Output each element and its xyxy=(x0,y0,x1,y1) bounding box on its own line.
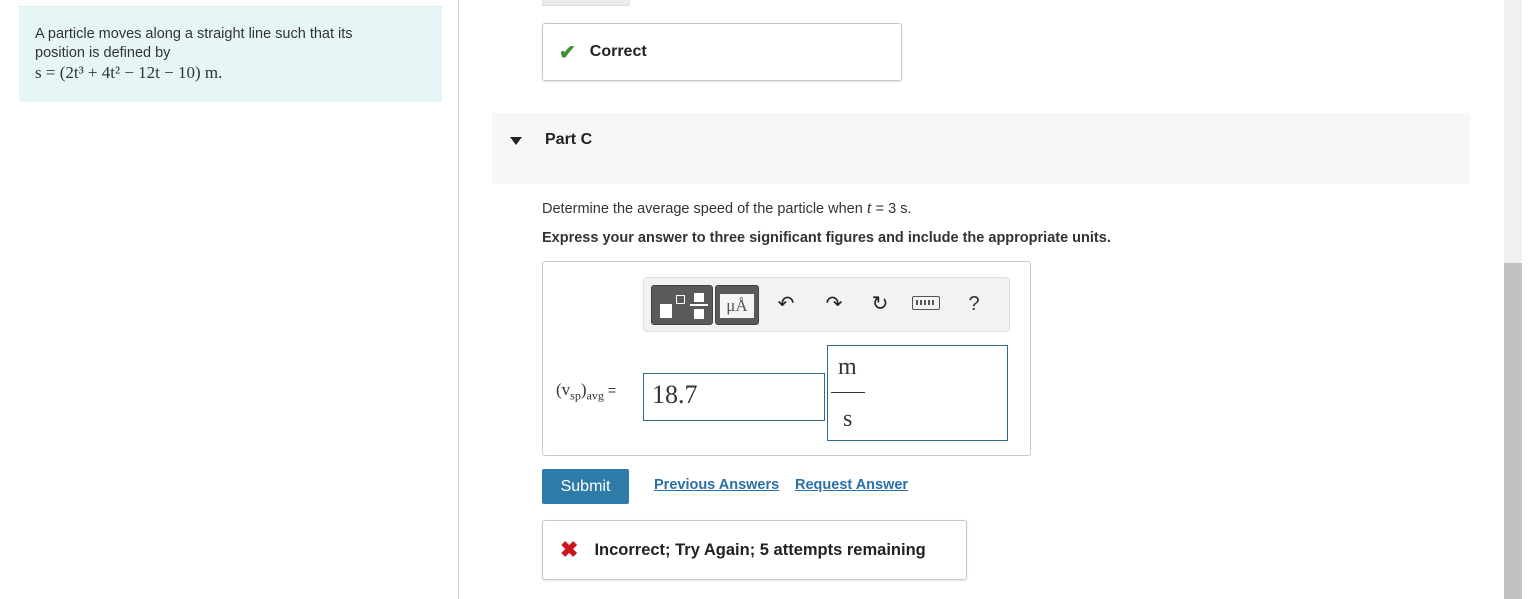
request-answer-link[interactable]: Request Answer xyxy=(795,477,908,493)
collapse-caret-icon[interactable] xyxy=(510,137,522,145)
undo-icon[interactable]: ↶ xyxy=(774,292,798,316)
redo-icon[interactable]: ↷ xyxy=(822,292,846,316)
part-c-header[interactable]: Part C xyxy=(492,113,1470,184)
unit-numerator: m xyxy=(838,354,857,380)
part-c-label: Part C xyxy=(545,131,593,148)
question-prefix: Determine the average speed of the parti… xyxy=(542,201,863,217)
check-icon: ✔ xyxy=(559,41,576,64)
math-toolbar: μÅ ↶ ↷ ↻ ? xyxy=(643,277,1010,332)
sidebar-divider xyxy=(458,0,459,599)
problem-text-line2: position is defined by xyxy=(35,45,171,61)
problem-text-line1: A particle moves along a straight line s… xyxy=(35,26,353,42)
units-button-label: μÅ xyxy=(720,294,754,318)
answer-instruction: Express your answer to three significant… xyxy=(542,230,1111,246)
question-text: Determine the average speed of the parti… xyxy=(542,198,911,218)
incorrect-message: Incorrect; Try Again; 5 attempts remaini… xyxy=(594,540,926,559)
question-variable: t xyxy=(866,198,872,217)
fraction-line xyxy=(831,392,865,393)
previous-answers-link[interactable]: Previous Answers xyxy=(654,477,779,493)
correct-status-text: Correct xyxy=(589,43,647,60)
incorrect-x-icon: ✖ xyxy=(560,537,579,562)
incorrect-feedback: ✖ Incorrect; Try Again; 5 attempts remai… xyxy=(542,520,967,580)
keyboard-icon[interactable] xyxy=(912,296,940,310)
previous-part-stub xyxy=(542,0,630,6)
value-input[interactable]: 18.7 xyxy=(643,373,825,421)
problem-equation: s = (2t³ + 4t² − 12t − 10) m. xyxy=(35,63,223,82)
variable-label: (vsp)avg = xyxy=(556,380,617,403)
reset-icon[interactable]: ↻ xyxy=(868,292,892,316)
scrollbar-thumb[interactable] xyxy=(1504,263,1522,599)
units-input[interactable]: m s xyxy=(827,345,1008,441)
problem-statement: A particle moves along a straight line s… xyxy=(19,6,442,102)
templates-button[interactable] xyxy=(651,285,713,325)
part-b-feedback: ✔ Correct xyxy=(542,23,902,81)
help-icon[interactable]: ? xyxy=(962,292,986,316)
unit-denominator: s xyxy=(843,406,853,432)
submit-button[interactable]: Submit xyxy=(542,469,629,504)
answer-panel: μÅ ↶ ↷ ↻ ? (vsp)avg = 18.7 m s xyxy=(542,261,1031,456)
units-button[interactable]: μÅ xyxy=(715,285,759,325)
question-suffix: = 3 s. xyxy=(875,201,912,217)
